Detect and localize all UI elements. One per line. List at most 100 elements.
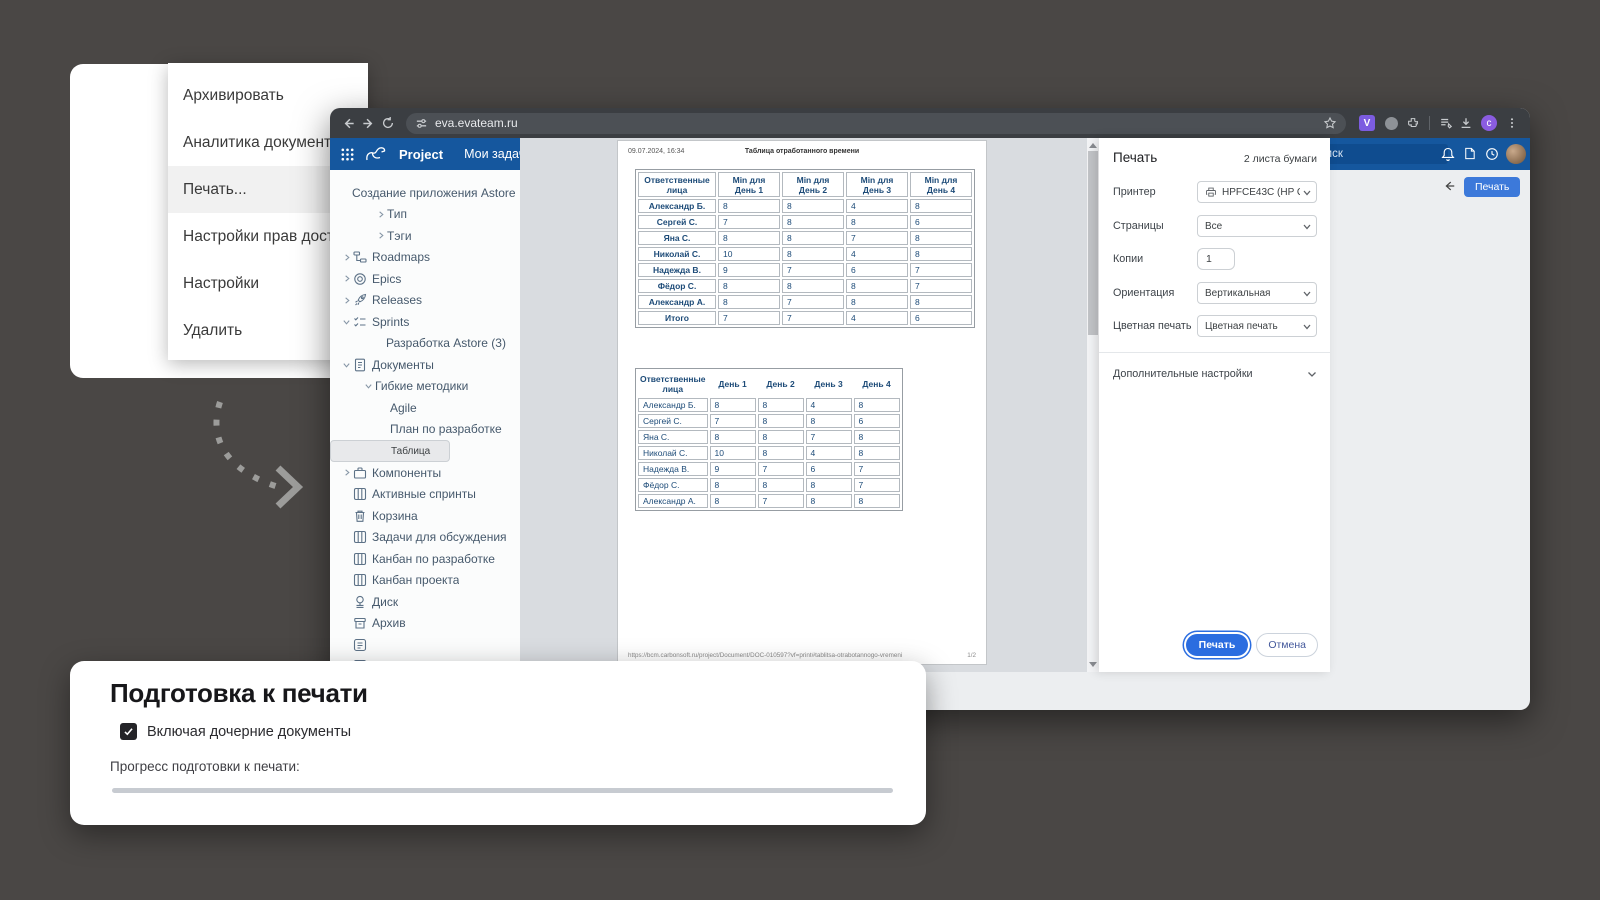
extensions-puzzle-icon[interactable] (1403, 113, 1423, 133)
cell: Сергей С. (638, 414, 708, 428)
cell: 4 (806, 398, 852, 412)
cell: 7 (718, 215, 780, 229)
caret-down-icon (1303, 291, 1311, 297)
sidebar-item-disk[interactable]: Диск (330, 591, 520, 613)
sidebar-item-dev-kanban[interactable]: Канбан по разработке (330, 548, 520, 570)
scroll-up-icon[interactable] (1089, 143, 1097, 148)
page-print-button[interactable]: Печать (1464, 177, 1520, 197)
print-page-indicator: 1/2 (967, 652, 976, 659)
cell: Надежда В. (638, 462, 708, 476)
cell: 8 (718, 279, 780, 293)
color-mode-select[interactable]: Цветная печать (1197, 315, 1317, 337)
cell: 7 (758, 494, 804, 508)
print-confirm-button[interactable]: Печать (1186, 634, 1249, 656)
cell: 8 (758, 398, 804, 412)
browser-profile-avatar[interactable]: c (1481, 115, 1497, 131)
advanced-settings-toggle[interactable]: Дополнительные настройки (1113, 364, 1317, 384)
table-row: Надежда В.9767 (638, 462, 900, 476)
browser-menu-icon[interactable] (1502, 113, 1522, 133)
print-footer-url: https://bcm.carbonsoft.ru/project/Docume… (628, 652, 902, 659)
cell: 8 (910, 247, 972, 261)
kanban-icon (353, 487, 372, 501)
pages-select-value: Все (1205, 221, 1300, 232)
sidebar-item-releases[interactable]: Releases (330, 290, 520, 312)
sidebar-item-epics[interactable]: Epics (330, 268, 520, 290)
print-settings-panel: Печать 2 листа бумаги Принтер HPFCE43C (… (1099, 138, 1330, 672)
sidebar-item-worktime-table[interactable]: Таблица отработанного времени (330, 440, 450, 462)
printer-select[interactable]: HPFCE43C (HP Color La: (1197, 181, 1317, 203)
cell: 8 (806, 478, 852, 492)
downloads-icon[interactable] (1456, 113, 1476, 133)
sidebar-item-feed[interactable] (330, 634, 520, 656)
chevron-right-icon (374, 231, 387, 240)
bookmark-star-icon[interactable] (1323, 116, 1337, 130)
cell: 7 (846, 231, 908, 245)
notes-icon[interactable] (1462, 146, 1478, 162)
table-row: Александр А.8788 (638, 295, 972, 309)
cell: 8 (910, 231, 972, 245)
checkbox-label[interactable]: Включая дочерние документы (147, 724, 351, 740)
pages-select[interactable]: Все (1197, 215, 1317, 237)
reading-list-icon[interactable] (1436, 113, 1456, 133)
trash-icon (353, 509, 372, 523)
orientation-select[interactable]: Вертикальная (1197, 282, 1317, 304)
col-header: День 2 (758, 371, 804, 396)
site-info-icon[interactable] (415, 117, 428, 130)
sidebar-item-archive[interactable]: Архив (330, 613, 520, 635)
sidebar-item-agile-methods[interactable]: Гибкие методики (330, 376, 520, 398)
scroll-down-icon[interactable] (1089, 662, 1097, 667)
sidebar-item-roadmaps[interactable]: Roadmaps (330, 247, 520, 269)
sidebar-item-agile[interactable]: Agile (330, 397, 520, 419)
sidebar-item-sprint-astore[interactable]: Разработка Astore (3) (330, 333, 520, 355)
cell: 7 (854, 478, 900, 492)
preview-scrollbar[interactable] (1087, 138, 1099, 672)
sidebar-item-active-sprints[interactable]: Активные спринты (330, 484, 520, 506)
product-name[interactable]: Project (399, 147, 443, 162)
sidebar-item-components[interactable]: Компоненты (330, 462, 520, 484)
cell: 9 (710, 462, 756, 476)
chevron-right-icon (340, 296, 353, 305)
browser-forward-icon[interactable] (358, 113, 378, 133)
sidebar-item-trash[interactable]: Корзина (330, 505, 520, 527)
sidebar-item-project-kanban[interactable]: Канбан проекта (330, 570, 520, 592)
cell: 8 (910, 199, 972, 213)
cell: 8 (846, 215, 908, 229)
user-avatar[interactable] (1506, 144, 1526, 164)
sidebar-item-tags[interactable]: Тэги (330, 225, 520, 247)
print-cancel-button[interactable]: Отмена (1256, 633, 1318, 657)
include-children-checkbox[interactable] (120, 723, 137, 740)
address-bar[interactable]: eva.evateam.ru (406, 113, 1346, 134)
col-header: Min для День 3 (846, 172, 908, 197)
cell: 8 (710, 398, 756, 412)
chevron-down-icon (340, 318, 353, 326)
browser-reload-icon[interactable] (378, 113, 398, 133)
cell: 7 (710, 414, 756, 428)
table-row: Фёдор С.8887 (638, 279, 972, 293)
extension-v-icon[interactable]: V (1359, 115, 1375, 131)
page-back-arrow-icon[interactable] (1442, 179, 1456, 193)
sidebar-item-sprints[interactable]: Sprints (330, 311, 520, 333)
cell: 8 (710, 430, 756, 444)
sidebar-item-type[interactable]: Тип (330, 204, 520, 226)
cell: 8 (718, 231, 780, 245)
table-row: Фёдор С.8887 (638, 478, 900, 492)
apps-grid-icon[interactable] (340, 147, 355, 162)
prepare-print-dialog: Подготовка к печати Включая дочерние док… (70, 661, 926, 825)
history-icon[interactable] (1484, 146, 1500, 162)
color-mode-select-value: Цветная печать (1205, 321, 1300, 332)
sidebar-item-documents[interactable]: Документы (330, 354, 520, 376)
notifications-bell-icon[interactable] (1440, 146, 1456, 162)
browser-window: eva.evateam.ru V c Project Мои задачи (330, 108, 1530, 710)
cell: 6 (910, 311, 972, 325)
cell: 6 (846, 263, 908, 277)
cell: Фёдор С. (638, 478, 708, 492)
copies-input[interactable] (1197, 248, 1235, 270)
sidebar-item-discussion-tasks[interactable]: Задачи для обсуждения (330, 527, 520, 549)
cell: 7 (782, 311, 844, 325)
extension-globe-icon[interactable] (1385, 117, 1398, 130)
cell: 6 (854, 414, 900, 428)
browser-back-icon[interactable] (338, 113, 358, 133)
sidebar-item-project-root[interactable]: Создание приложения Astore (330, 182, 520, 204)
scrollbar-thumb[interactable] (1088, 151, 1098, 335)
sidebar-item-dev-plan[interactable]: План по разработке (330, 419, 520, 441)
